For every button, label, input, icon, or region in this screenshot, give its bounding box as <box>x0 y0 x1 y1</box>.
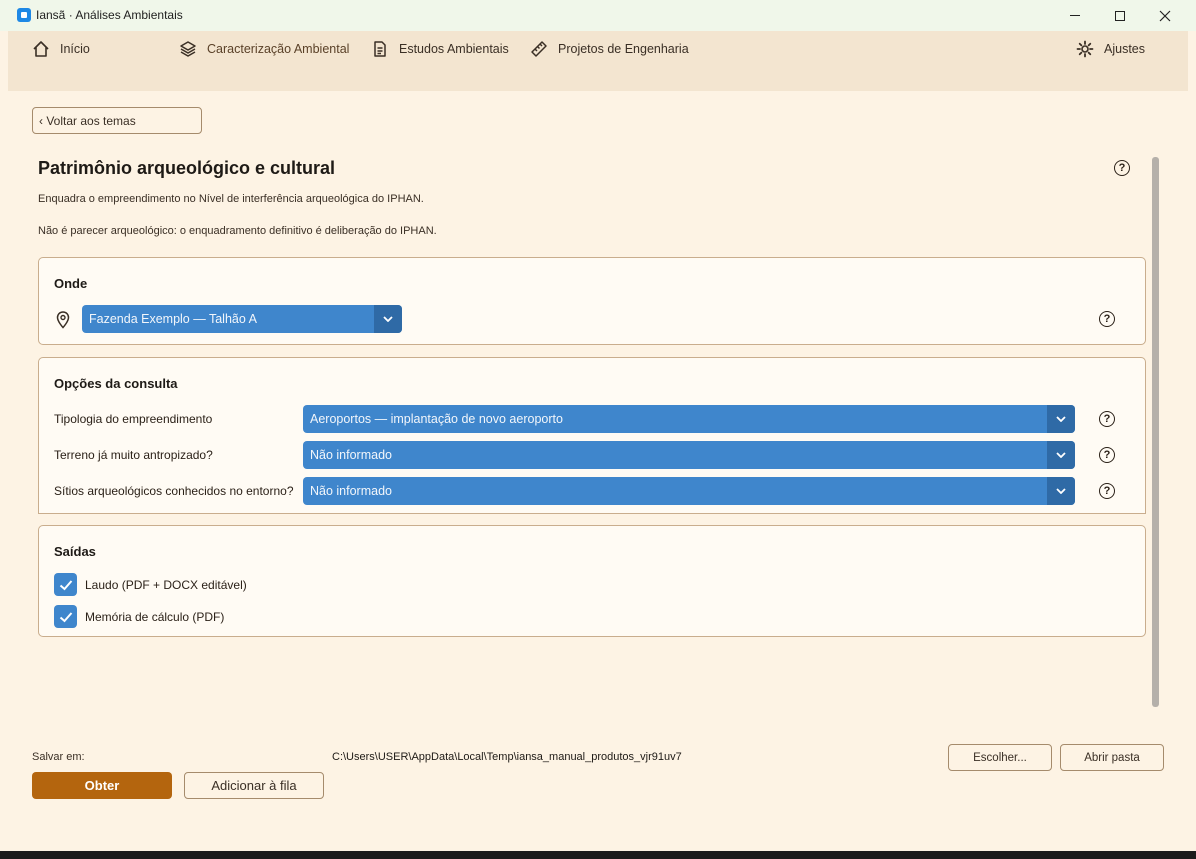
checkmark-icon <box>59 579 72 590</box>
checkmark-icon <box>59 611 72 622</box>
chevron-down-icon <box>374 305 402 333</box>
page-description: Enquadra o empreendimento no Nível de in… <box>38 193 424 205</box>
page-title: Patrimônio arqueológico e cultural <box>38 158 336 178</box>
app-icon <box>17 8 31 22</box>
nav-label-projetos: Projetos de Engenharia <box>558 42 689 56</box>
map-pin-icon <box>56 311 70 329</box>
nav-item-inicio[interactable]: Início <box>32 39 90 59</box>
saidas-title: Saídas <box>54 544 96 559</box>
onde-section: Onde Fazenda Exemplo — Talhão A ? <box>38 257 1146 345</box>
opcoes-section: Opções da consulta Tipologia do empreend… <box>38 357 1146 514</box>
sitios-label: Sítios arqueológicos conhecidos no entor… <box>54 484 294 498</box>
window-title: Iansã · Análises Ambientais <box>36 8 183 22</box>
nav-label-caracterizacao: Caracterização Ambiental <box>207 42 350 56</box>
page-disclaimer: Não é parecer arqueológico: o enquadrame… <box>38 225 437 237</box>
antropizado-help-icon[interactable]: ? <box>1099 447 1115 463</box>
nav-label-ajustes: Ajustes <box>1104 42 1145 56</box>
sitios-help-icon[interactable]: ? <box>1099 483 1115 499</box>
nav-item-caracterizacao[interactable]: Caracterização Ambiental <box>179 39 349 59</box>
title-bar: Iansã · Análises Ambientais <box>0 0 1196 31</box>
laudo-label: Laudo (PDF + DOCX editável) <box>85 577 247 592</box>
opcoes-title: Opções da consulta <box>54 376 178 391</box>
home-icon <box>33 41 49 57</box>
memoria-checkbox[interactable] <box>54 605 77 628</box>
onde-title: Onde <box>54 276 88 291</box>
onde-help-icon[interactable]: ? <box>1099 311 1115 327</box>
add-to-queue-button[interactable]: Adicionar à fila <box>184 772 324 799</box>
open-folder-button[interactable]: Abrir pasta <box>1060 744 1164 771</box>
page-help-icon[interactable]: ? <box>1114 160 1130 176</box>
nav-label-estudos: Estudos Ambientais <box>399 42 509 56</box>
tipologia-select[interactable]: Aeroportos — implantação de novo aeropor… <box>303 405 1075 433</box>
chevron-down-icon <box>1047 405 1075 433</box>
chevron-down-icon <box>1047 477 1075 505</box>
back-to-themes-button[interactable]: ‹ Voltar aos temas <box>32 107 202 134</box>
nav-item-ajustes[interactable]: Ajustes <box>1076 39 1145 59</box>
layers-icon <box>180 41 196 57</box>
antropizado-select-value: Não informado <box>310 448 392 462</box>
save-location-label: Salvar em: <box>32 751 85 763</box>
maximize-icon <box>1115 10 1125 21</box>
vertical-scrollbar[interactable] <box>1152 157 1159 707</box>
save-path-value: C:\Users\USER\AppData\Local\Temp\iansa_m… <box>332 751 682 763</box>
close-button[interactable] <box>1142 0 1188 31</box>
top-nav: Início Caracterização Ambiental Estudos … <box>8 31 1188 91</box>
memoria-label: Memória de cálculo (PDF) <box>85 609 225 624</box>
minimize-button[interactable] <box>1052 0 1098 31</box>
close-icon <box>1159 10 1171 21</box>
saidas-section: Saídas Laudo (PDF + DOCX editável) Memór… <box>38 525 1146 637</box>
laudo-checkbox[interactable] <box>54 573 77 596</box>
choose-folder-button[interactable]: Escolher... <box>948 744 1052 771</box>
document-icon <box>374 41 386 57</box>
sitios-select-value: Não informado <box>310 484 392 498</box>
minimize-icon <box>1070 15 1080 16</box>
antropizado-select[interactable]: Não informado <box>303 441 1075 469</box>
laudo-checkbox-row[interactable]: Laudo (PDF + DOCX editável) <box>54 573 247 596</box>
obtain-button[interactable]: Obter <box>32 772 172 799</box>
chevron-down-icon <box>1047 441 1075 469</box>
location-select[interactable]: Fazenda Exemplo — Talhão A <box>82 305 402 333</box>
maximize-button[interactable] <box>1097 0 1143 31</box>
antropizado-label: Terreno já muito antropizado? <box>54 448 213 462</box>
nav-item-projetos[interactable]: Projetos de Engenharia <box>530 39 689 59</box>
tipologia-label: Tipologia do empreendimento <box>54 412 213 426</box>
location-select-value: Fazenda Exemplo — Talhão A <box>89 312 257 326</box>
nav-item-estudos[interactable]: Estudos Ambientais <box>371 39 509 59</box>
sitios-select[interactable]: Não informado <box>303 477 1075 505</box>
memoria-checkbox-row[interactable]: Memória de cálculo (PDF) <box>54 605 224 628</box>
ruler-icon <box>531 41 547 57</box>
tipologia-select-value: Aeroportos — implantação de novo aeropor… <box>310 412 563 426</box>
nav-label-inicio: Início <box>60 42 90 56</box>
gear-icon <box>1076 40 1094 58</box>
tipologia-help-icon[interactable]: ? <box>1099 411 1115 427</box>
app-window: Iansã · Análises Ambientais Início Carac… <box>0 0 1196 851</box>
